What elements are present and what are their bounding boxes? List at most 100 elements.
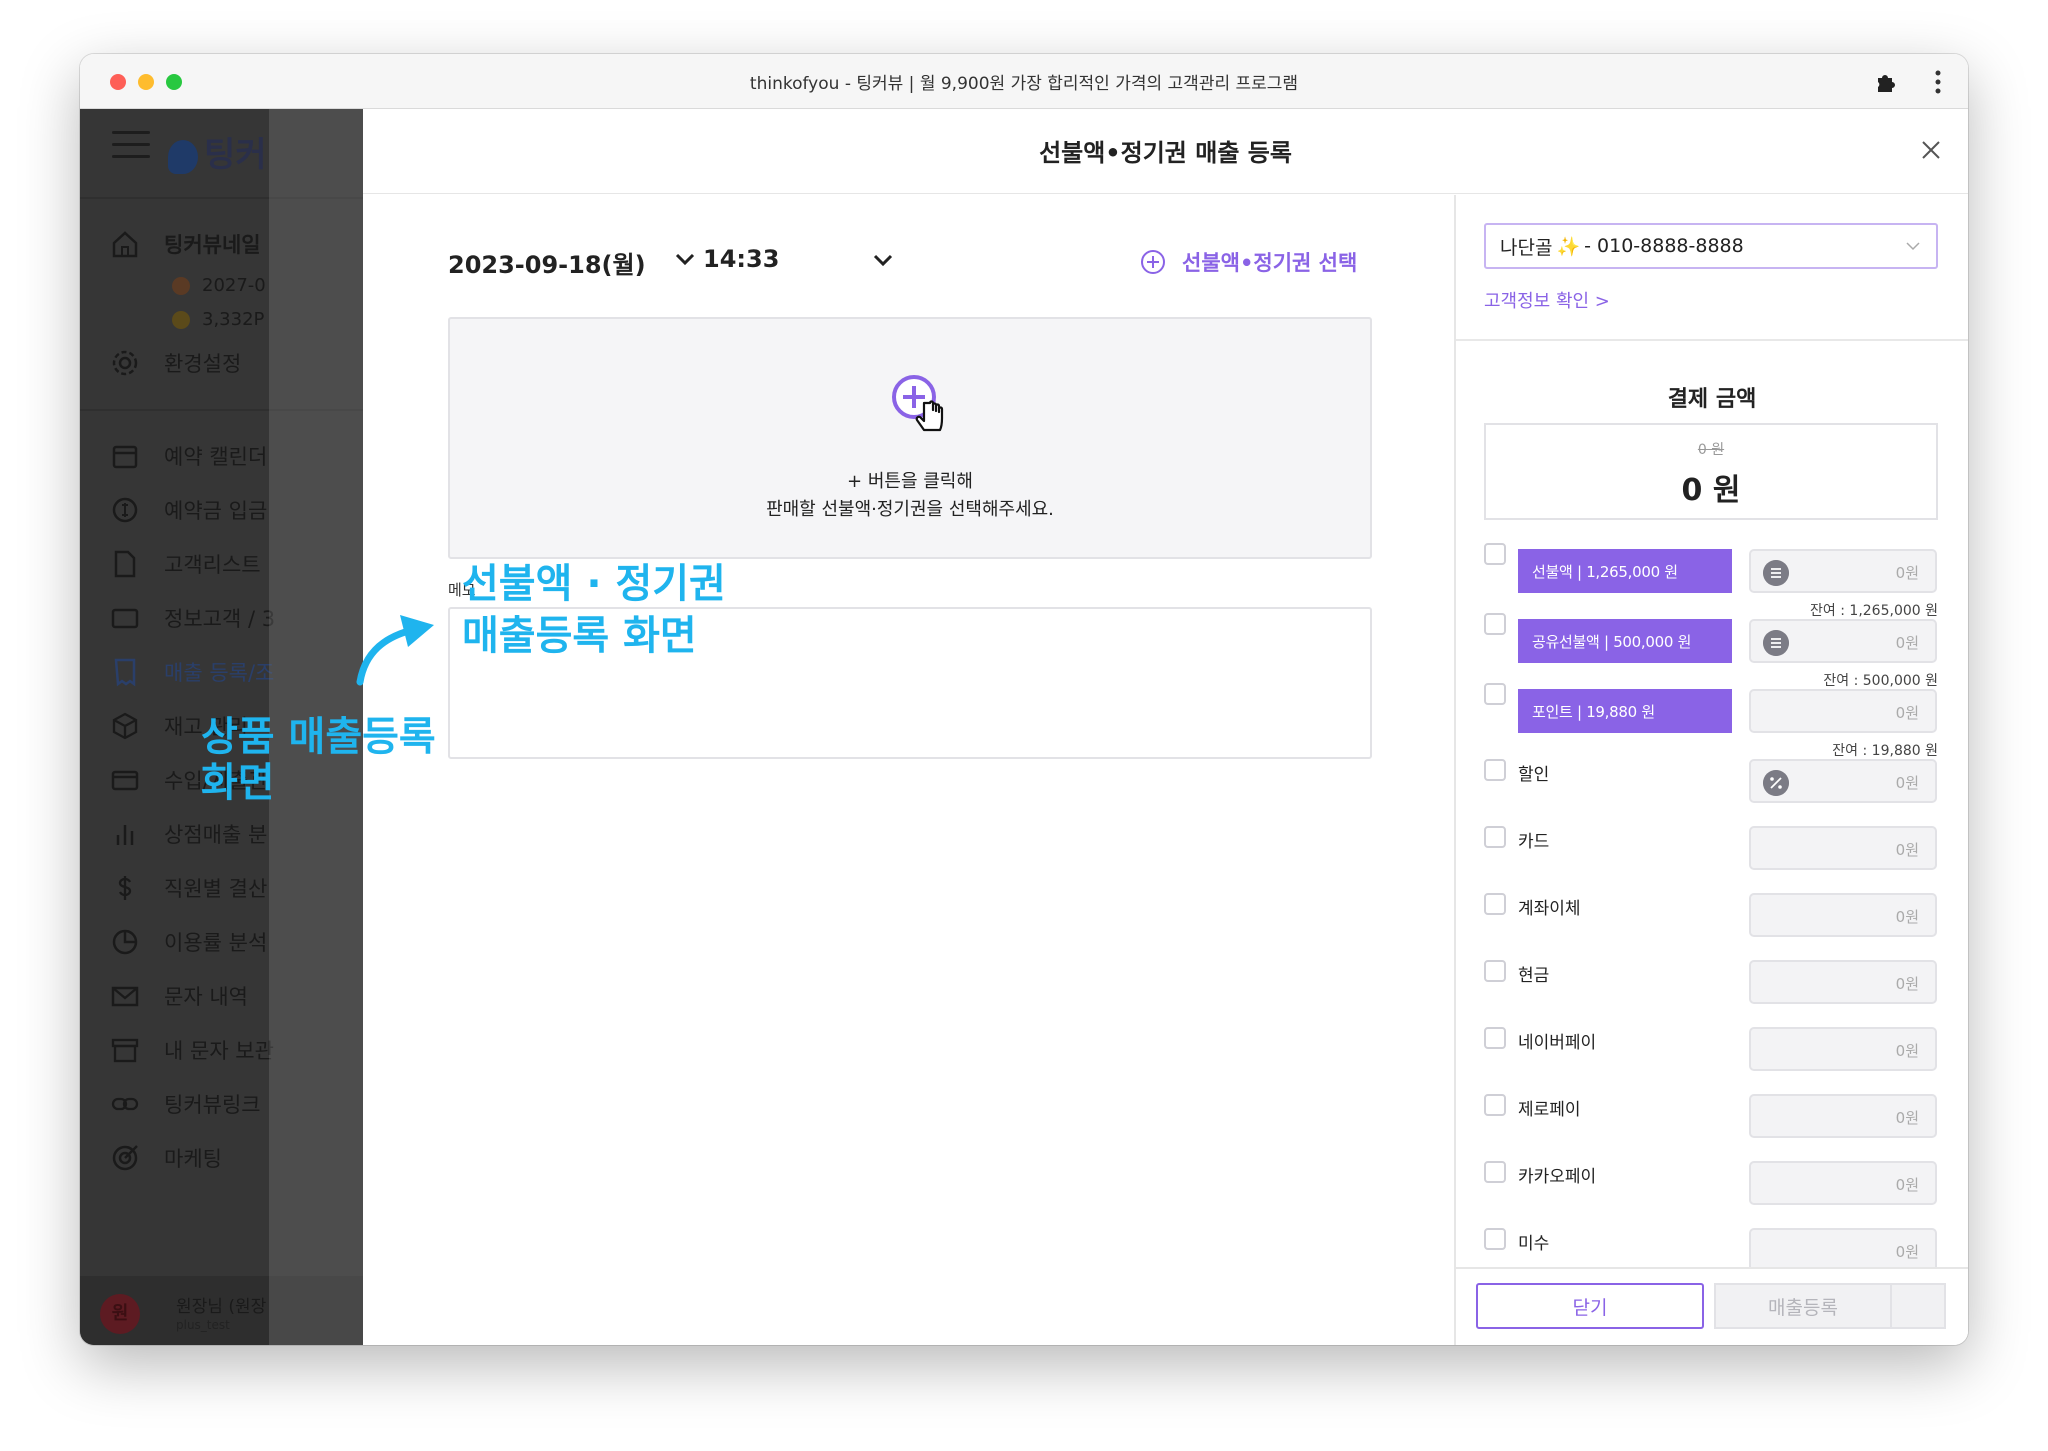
payment-panel: 나단골 ✨ - 010-8888-8888 고객정보 확인 > 결제 금액 0 …: [1454, 195, 1968, 1345]
discount-input[interactable]: 0원: [1749, 759, 1937, 803]
gear-icon: [112, 350, 138, 376]
points-product[interactable]: 포인트 | 19,880 원: [1518, 689, 1732, 733]
archive-icon: [111, 1038, 139, 1063]
sidebar-item-label: 문자 내역: [164, 985, 248, 1009]
points-amount-input[interactable]: 0원: [1749, 689, 1937, 733]
shared-prepaid-product[interactable]: 공유선불액 | 500,000 원: [1518, 619, 1732, 663]
sidebar-item-label: 고객리스트: [164, 553, 261, 577]
sidebar-item-label: 직원별 결산: [164, 877, 268, 901]
shared-prepaid-amount-input[interactable]: 0원: [1749, 619, 1937, 663]
shared-prepaid-checkbox[interactable]: [1484, 613, 1506, 635]
annotation-prepaid-screen: 선불액 · 정기권 매출등록 화면: [462, 561, 726, 659]
select-prepaid-label: 선불액•정기권 선택: [1182, 251, 1358, 275]
sidebar-item-label: 상점매출 분: [164, 823, 268, 847]
link-icon: [111, 1097, 139, 1111]
sidebar-sub-date: 2027-0: [172, 275, 266, 296]
kakaopay-label: 카카오페이: [1518, 1167, 1597, 1187]
original-amount: 0 원: [1697, 442, 1725, 458]
app-logo: 팅커: [168, 127, 267, 176]
prepaid-product[interactable]: 선불액 | 1,265,000 원: [1518, 549, 1732, 593]
zeropay-input[interactable]: 0원: [1749, 1094, 1937, 1138]
sparkle-icon: ✨: [1556, 235, 1581, 258]
cash-checkbox[interactable]: [1484, 960, 1506, 982]
points-balance: 잔여 : 19,880 원: [1832, 743, 1938, 759]
pie-icon: [112, 929, 138, 955]
annotation-product-screen: 상품 매출등록 화면: [201, 714, 436, 806]
card-input[interactable]: 0원: [1749, 826, 1937, 870]
naverpay-input[interactable]: 0원: [1749, 1027, 1937, 1071]
plus-circle-icon: [1141, 250, 1165, 274]
transfer-checkbox[interactable]: [1484, 893, 1506, 915]
unpaid-label: 미수: [1518, 1234, 1550, 1254]
unpaid-input[interactable]: 0원: [1749, 1228, 1937, 1272]
percent-icon: [1763, 770, 1789, 796]
transfer-input[interactable]: 0원: [1749, 893, 1937, 937]
add-prepaid-area[interactable]: + 버튼을 클릭해 판매할 선불액·정기권을 선택해주세요.: [448, 317, 1372, 559]
list-icon: [1763, 560, 1789, 586]
prepaid-checkbox[interactable]: [1484, 543, 1506, 565]
sidebar-sub-points: 3,332P: [172, 309, 264, 330]
document-icon: [114, 550, 136, 578]
logo-text: 팅커: [204, 135, 267, 175]
select-prepaid-button[interactable]: 선불액•정기권 선택: [1140, 247, 1357, 277]
home-icon: [112, 231, 138, 258]
zeropay-checkbox[interactable]: [1484, 1094, 1506, 1116]
customer-select[interactable]: 나단골 ✨ - 010-8888-8888: [1484, 223, 1938, 269]
avatar: 원: [100, 1294, 140, 1334]
sidebar-item-label: 내 문자 보관: [164, 1039, 274, 1063]
target-icon: [112, 1145, 138, 1171]
coin-icon: [172, 277, 190, 295]
cash-label: 현금: [1518, 966, 1550, 986]
puzzle-icon[interactable]: [1874, 70, 1898, 94]
list-icon: [1763, 630, 1789, 656]
customer-info-link[interactable]: 고객정보 확인 >: [1484, 287, 1610, 313]
sidebar-item-label: 마케팅: [164, 1147, 222, 1171]
customer-name: 나단골: [1500, 236, 1553, 259]
discount-checkbox[interactable]: [1484, 759, 1506, 781]
total-amount: 0 원: [1681, 473, 1741, 508]
sidebar-item-label: 예약 캘린더: [164, 445, 268, 469]
naverpay-label: 네이버페이: [1518, 1033, 1597, 1053]
chevron-down-icon: [675, 253, 695, 266]
card-icon: [111, 608, 139, 629]
modal-header: 선불액•정기권 매출 등록: [363, 109, 1968, 194]
transfer-label: 계좌이체: [1518, 899, 1581, 919]
customer-phone: - 010-8888-8888: [1584, 235, 1744, 257]
close-button[interactable]: 닫기: [1476, 1283, 1704, 1329]
unpaid-checkbox[interactable]: [1484, 1228, 1506, 1250]
naverpay-checkbox[interactable]: [1484, 1027, 1506, 1049]
box-icon: [112, 712, 138, 740]
kakaopay-input[interactable]: 0원: [1749, 1161, 1937, 1205]
more-icon[interactable]: [1933, 68, 1943, 96]
cash-input[interactable]: 0원: [1749, 960, 1937, 1004]
prepaid-balance: 잔여 : 1,265,000 원: [1810, 603, 1938, 619]
sidebar-item-label: 이용률 분석: [164, 931, 268, 955]
date-picker[interactable]: 2023-09-18(월): [448, 245, 646, 280]
sidebar-item-label: 예약금 입금: [164, 499, 268, 523]
time-picker[interactable]: 14:33: [675, 245, 779, 273]
sales-form: 2023-09-18(월) 14:33 선불액•정기권 선택 + 버튼을 클릭해…: [363, 195, 1453, 1345]
hamburger-menu-icon[interactable]: [112, 131, 150, 161]
prepaid-amount-input[interactable]: 0원: [1749, 549, 1937, 593]
empty-hint-line2: 판매할 선불액·정기권을 선택해주세요.: [766, 499, 1054, 520]
kakaopay-checkbox[interactable]: [1484, 1161, 1506, 1183]
chevron-down-icon[interactable]: [873, 253, 893, 267]
chevron-down-icon: [1906, 242, 1920, 251]
points-checkbox[interactable]: [1484, 683, 1506, 705]
receipt-icon: [114, 658, 136, 687]
sidebar-item-label: 정보고객 / 3: [164, 607, 276, 631]
prepaid-sales-modal: 선불액•정기권 매출 등록 2023-09-18(월) 14:33 선불액•정기…: [363, 109, 1968, 1345]
close-icon[interactable]: [1920, 139, 1942, 161]
app-window: thinkofyou - 팅커뷰 | 월 9,900원 가장 합리적인 가격의 …: [80, 54, 1968, 1345]
card-checkbox[interactable]: [1484, 826, 1506, 848]
sidebar-item-label: 환경설정: [164, 352, 242, 376]
title-bar: thinkofyou - 팅커뷰 | 월 9,900원 가장 합리적인 가격의 …: [80, 54, 1968, 109]
time-value: 14:33: [703, 245, 780, 273]
modal-footer: 닫기 매출등록: [1456, 1267, 1968, 1345]
shared-prepaid-balance: 잔여 : 500,000 원: [1823, 673, 1938, 689]
chart-icon: [116, 825, 134, 845]
submit-sales-button[interactable]: 매출등록: [1714, 1283, 1890, 1329]
sidebar-item-label: 팅커뷰링크: [164, 1093, 261, 1117]
submit-options-button[interactable]: [1890, 1283, 1946, 1329]
empty-hint-line1: + 버튼을 클릭해: [847, 471, 973, 492]
